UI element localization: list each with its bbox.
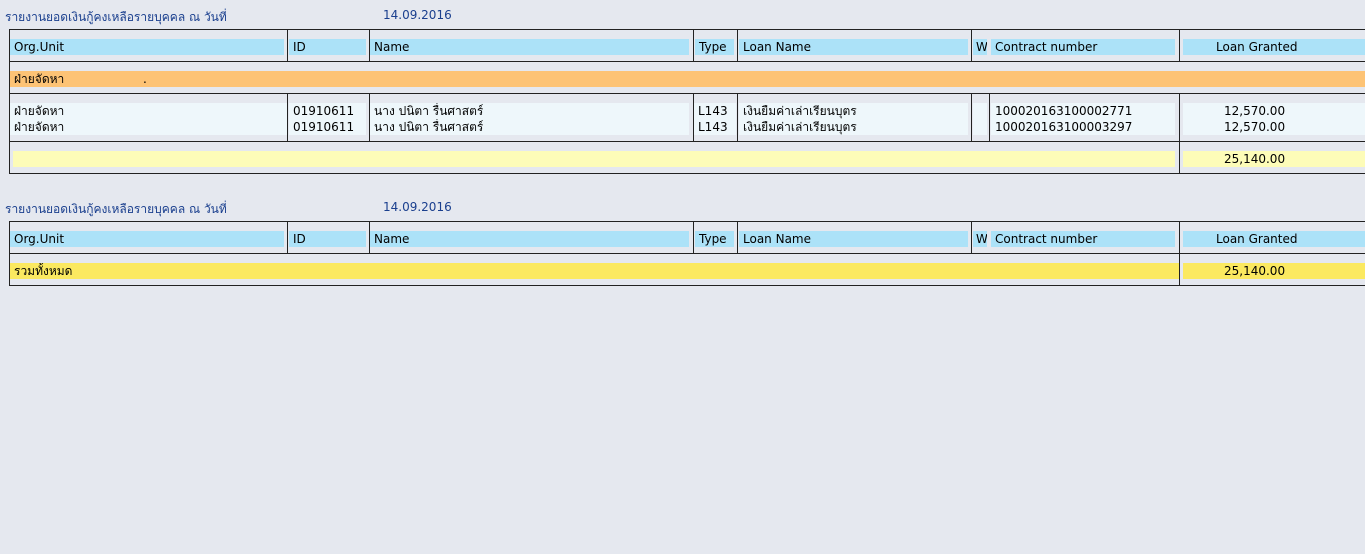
column-header-type[interactable]: Type xyxy=(695,39,734,55)
column-header-w[interactable]: W xyxy=(973,231,987,247)
table-border xyxy=(737,29,738,62)
table-border xyxy=(9,93,1365,94)
cell-loan-name: เงินยืมค่าเล่าเรียนบุตร xyxy=(739,103,968,119)
cell-org-unit: ฝ่ายจัดหา xyxy=(10,119,287,135)
table-border xyxy=(1179,93,1180,174)
table-border xyxy=(9,61,1365,62)
report-date: 14.09.2016 xyxy=(383,200,452,214)
table-border xyxy=(737,221,738,254)
column-header-loan-name[interactable]: Loan Name xyxy=(739,231,968,247)
cell-id: 01910611 xyxy=(289,119,366,135)
cell-type: L143 xyxy=(694,119,736,135)
column-header-loan-name[interactable]: Loan Name xyxy=(739,39,968,55)
group-label: ฝ่ายจัดหา xyxy=(14,72,65,86)
column-header-loan-granted[interactable]: Loan Granted xyxy=(1183,39,1365,55)
cell-name: นาง ปนิตา รื่นศาสตร์ xyxy=(370,119,689,135)
table-border xyxy=(9,141,1365,142)
cell-id: 01910611 xyxy=(289,103,366,119)
table-border xyxy=(693,221,694,254)
cell-contract-number: 100020163100003297 xyxy=(991,119,1175,135)
table-border xyxy=(9,29,1365,30)
grand-total-value: 25,140.00 xyxy=(1183,263,1365,279)
cell-name: นาง ปนิตา รื่นศาสตร์ xyxy=(370,103,689,119)
column-header-contract-number[interactable]: Contract number xyxy=(991,39,1175,55)
cell-org-unit: ฝ่ายจัดหา xyxy=(10,103,287,119)
table-border xyxy=(971,29,972,62)
column-header-name[interactable]: Name xyxy=(370,39,689,55)
table-border xyxy=(1179,221,1180,286)
grand-total-label: รวมทั้งหมด xyxy=(10,263,1179,279)
cell-loan-granted: 12,570.00 xyxy=(1183,103,1365,119)
cell-loan-name: เงินยืมค่าเล่าเรียนบุตร xyxy=(739,119,968,135)
subtotal-label-cell xyxy=(13,151,1175,167)
group-marker: . xyxy=(143,72,147,86)
table-border xyxy=(693,29,694,62)
report-title: รายงานยอดเงินกู้คงเหลือรายบุคคล ณ วันที่ xyxy=(5,202,227,216)
cell-type: L143 xyxy=(694,103,736,119)
subtotal-value: 25,140.00 xyxy=(1183,151,1365,167)
table-border xyxy=(287,29,288,62)
column-header-org-unit[interactable]: Org.Unit xyxy=(10,39,284,55)
cell-loan-granted: 12,570.00 xyxy=(1183,119,1365,135)
report-title: รายงานยอดเงินกู้คงเหลือรายบุคคล ณ วันที่ xyxy=(5,10,227,24)
column-header-w[interactable]: W xyxy=(973,39,987,55)
table-border xyxy=(9,285,1365,286)
table-border xyxy=(989,93,990,142)
table-border xyxy=(287,221,288,254)
column-header-name[interactable]: Name xyxy=(370,231,689,247)
table-border xyxy=(971,221,972,254)
column-header-loan-granted[interactable]: Loan Granted xyxy=(1183,231,1365,247)
report-date: 14.09.2016 xyxy=(383,8,452,22)
column-header-contract-number[interactable]: Contract number xyxy=(991,231,1175,247)
table-border xyxy=(287,93,288,142)
cell-w xyxy=(973,119,987,135)
column-header-id[interactable]: ID xyxy=(289,231,366,247)
group-row: ฝ่ายจัดหา . xyxy=(10,71,1365,87)
table-border xyxy=(1179,29,1180,62)
column-header-org-unit[interactable]: Org.Unit xyxy=(10,231,284,247)
column-header-id[interactable]: ID xyxy=(289,39,366,55)
cell-contract-number: 100020163100002771 xyxy=(991,103,1175,119)
table-border xyxy=(9,221,1365,222)
table-border xyxy=(9,253,1365,254)
cell-w xyxy=(973,103,987,119)
table-border xyxy=(9,173,1365,174)
column-header-type[interactable]: Type xyxy=(695,231,734,247)
table-border xyxy=(971,93,972,142)
table-border xyxy=(737,93,738,142)
